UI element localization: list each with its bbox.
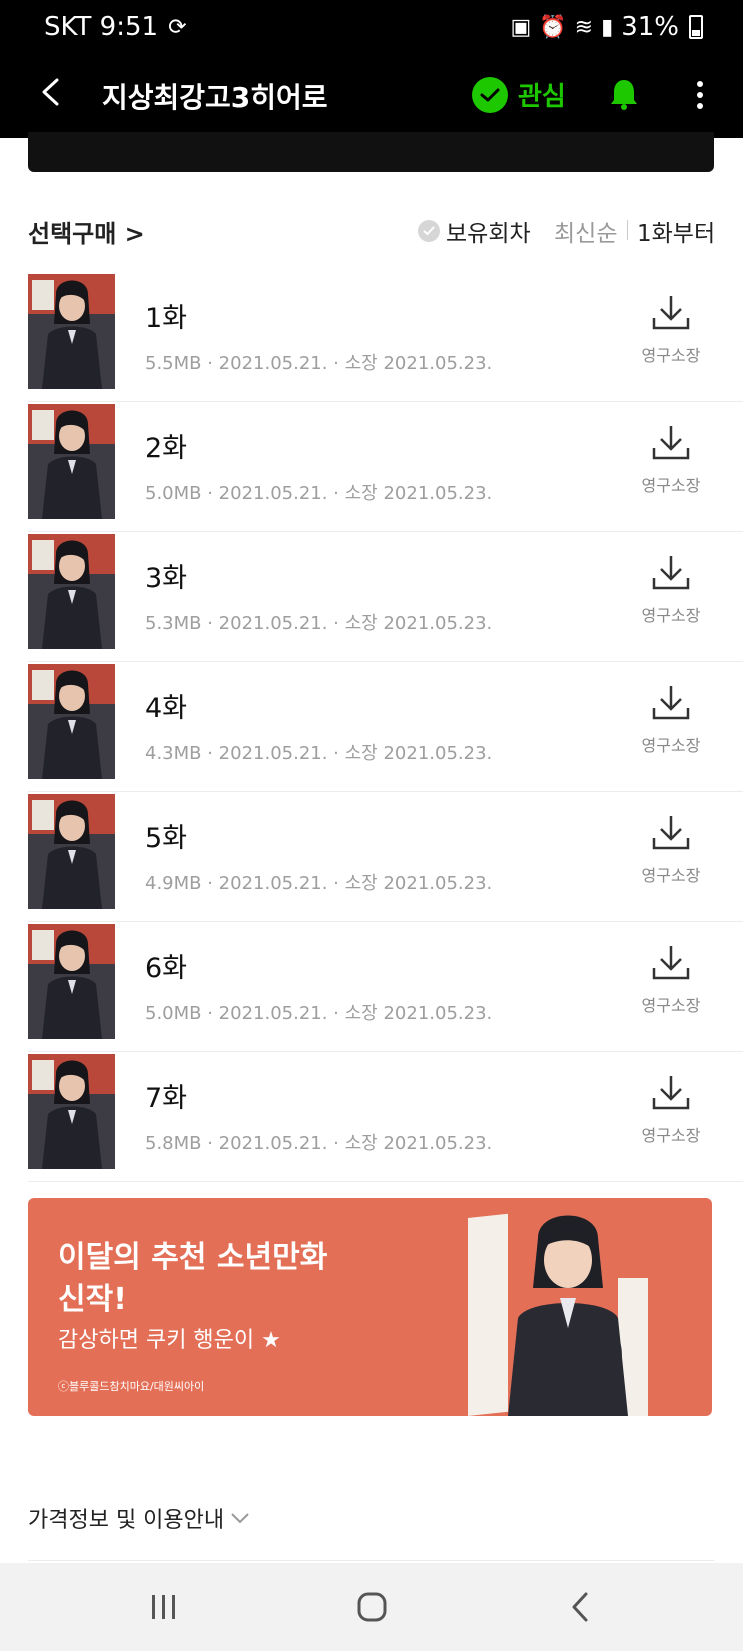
episode-meta: 4.3MB · 2021.05.21. · 소장 2021.05.23. — [145, 743, 493, 764]
episode-row[interactable]: 4화 4.3MB · 2021.05.21. · 소장 2021.05.23. … — [28, 662, 743, 792]
price-info-toggle[interactable]: 가격정보 및 이용안내 — [28, 1502, 250, 1534]
status-right: ▣ ⏰ ≋ ▮ 31% — [510, 12, 703, 42]
bell-icon — [611, 80, 637, 110]
owned-label: 보유회차 — [446, 221, 531, 247]
download-icon — [639, 554, 703, 596]
download-icon — [639, 944, 703, 986]
download-button[interactable]: 영구소장 — [639, 554, 703, 634]
episode-meta: 5.5MB · 2021.05.21. · 소장 2021.05.23. — [145, 353, 493, 374]
lock-icon: ▣ — [510, 14, 532, 40]
episode-title: 4화 — [145, 693, 188, 724]
price-info-label: 가격정보 및 이용안내 — [28, 1508, 225, 1533]
home-icon — [357, 1592, 387, 1622]
episode-meta: 4.9MB · 2021.05.21. · 소장 2021.05.23. — [145, 873, 493, 894]
episode-row[interactable]: 2화 5.0MB · 2021.05.21. · 소장 2021.05.23. … — [28, 402, 743, 532]
status-bar: SKT 9:51 ⟳ ▣ ⏰ ≋ ▮ 31% — [0, 0, 743, 55]
download-button[interactable]: 영구소장 — [639, 944, 703, 1024]
download-label: 영구소장 — [641, 476, 701, 495]
signal-icon: ▮ — [601, 14, 614, 40]
episode-meta: 5.0MB · 2021.05.21. · 소장 2021.05.23. — [145, 1003, 493, 1024]
alarm-icon: ⏰ — [539, 14, 567, 40]
wifi-icon: ≋ — [574, 14, 594, 40]
battery-percent: 31% — [621, 12, 679, 42]
download-button[interactable]: 영구소장 — [639, 814, 703, 894]
select-purchase-button[interactable]: 선택구매 > — [28, 214, 145, 249]
episode-thumbnail — [28, 534, 115, 649]
promo-title-line1: 이달의 추천 소년만화 — [58, 1240, 328, 1275]
filter-row: 선택구매 > 보유회차 최신순 1화부터 — [0, 208, 743, 258]
download-icon — [639, 814, 703, 856]
episode-title: 2화 — [145, 433, 188, 464]
download-button[interactable]: 영구소장 — [639, 424, 703, 504]
top-bar: SKT 9:51 ⟳ ▣ ⏰ ≋ ▮ 31% 지상최강고3히어로 관심 — [0, 0, 743, 138]
battery-icon — [689, 15, 703, 39]
episode-row[interactable]: 5화 4.9MB · 2021.05.21. · 소장 2021.05.23. … — [28, 792, 743, 922]
check-icon — [472, 76, 508, 113]
episode-row[interactable]: 7화 5.8MB · 2021.05.21. · 소장 2021.05.23. … — [28, 1052, 743, 1182]
sync-icon: ⟳ — [168, 14, 187, 40]
sort-latest[interactable]: 최신순 — [554, 214, 617, 248]
episode-list: 1화 5.5MB · 2021.05.21. · 소장 2021.05.23. … — [28, 272, 743, 1182]
divider — [28, 1560, 714, 1561]
download-icon — [639, 424, 703, 466]
download-label: 영구소장 — [641, 996, 701, 1015]
episode-thumbnail — [28, 1054, 115, 1169]
episode-thumbnail — [28, 924, 115, 1039]
episode-meta: 5.0MB · 2021.05.21. · 소장 2021.05.23. — [145, 483, 493, 504]
nav-back-button[interactable] — [558, 1585, 602, 1629]
episode-title: 7화 — [145, 1083, 188, 1114]
status-left: SKT 9:51 ⟳ — [44, 12, 187, 42]
home-button[interactable] — [350, 1585, 394, 1629]
episode-row[interactable]: 1화 5.5MB · 2021.05.21. · 소장 2021.05.23. … — [28, 272, 743, 402]
download-label: 영구소장 — [641, 736, 701, 755]
chevron-down-icon — [231, 1513, 249, 1524]
system-nav-bar — [0, 1563, 743, 1651]
download-button[interactable]: 영구소장 — [639, 294, 703, 374]
page-title: 지상최강고3히어로 — [102, 81, 328, 114]
episode-row[interactable]: 6화 5.0MB · 2021.05.21. · 소장 2021.05.23. … — [28, 922, 743, 1052]
episode-meta: 5.3MB · 2021.05.21. · 소장 2021.05.23. — [145, 613, 493, 634]
promo-title-line2: 신작! — [58, 1282, 127, 1317]
nav-back-icon — [572, 1592, 588, 1622]
episode-thumbnail — [28, 794, 115, 909]
episode-title: 6화 — [145, 953, 188, 984]
download-label: 영구소장 — [641, 866, 701, 885]
more-button[interactable] — [690, 76, 710, 116]
promo-subtitle: 감상하면 쿠키 행운이 ★ — [58, 1328, 281, 1353]
promo-banner[interactable]: 이달의 추천 소년만화 신작! 감상하면 쿠키 행운이 ★ ⓒ블루콜드참치마요/… — [28, 1198, 712, 1416]
download-button[interactable]: 영구소장 — [639, 1074, 703, 1154]
sort-first-episode[interactable]: 1화부터 — [637, 214, 715, 248]
download-icon — [639, 294, 703, 336]
episode-row[interactable]: 3화 5.3MB · 2021.05.21. · 소장 2021.05.23. … — [28, 532, 743, 662]
episode-title: 5화 — [145, 823, 188, 854]
episode-meta: 5.8MB · 2021.05.21. · 소장 2021.05.23. — [145, 1133, 493, 1154]
promo-character-art — [468, 1213, 648, 1416]
download-icon — [639, 1074, 703, 1116]
download-label: 영구소장 — [641, 346, 701, 365]
episode-title: 3화 — [145, 563, 188, 594]
sort-divider — [627, 220, 628, 240]
episode-thumbnail — [28, 664, 115, 779]
top-banner-card[interactable] — [28, 132, 714, 172]
back-arrow-icon — [42, 78, 59, 106]
favorite-label: 관심 — [518, 82, 566, 112]
carrier-time: SKT 9:51 — [44, 12, 159, 42]
app-header: 지상최강고3히어로 관심 — [0, 62, 743, 132]
back-button[interactable] — [30, 72, 70, 112]
episode-thumbnail — [28, 274, 115, 389]
download-icon — [639, 684, 703, 726]
promo-credit: ⓒ블루콜드참치마요/대원씨아이 — [58, 1380, 205, 1393]
recent-apps-icon — [152, 1595, 175, 1619]
recent-apps-button[interactable] — [142, 1585, 186, 1629]
download-label: 영구소장 — [641, 1126, 701, 1145]
bell-button[interactable] — [606, 76, 646, 116]
more-vertical-icon — [697, 81, 703, 109]
download-label: 영구소장 — [641, 606, 701, 625]
episode-title: 1화 — [145, 303, 188, 334]
owned-filter[interactable]: 보유회차 — [418, 214, 531, 248]
download-button[interactable]: 영구소장 — [639, 684, 703, 764]
check-icon — [418, 220, 440, 242]
episode-thumbnail — [28, 404, 115, 519]
favorite-button[interactable]: 관심 — [472, 76, 566, 113]
